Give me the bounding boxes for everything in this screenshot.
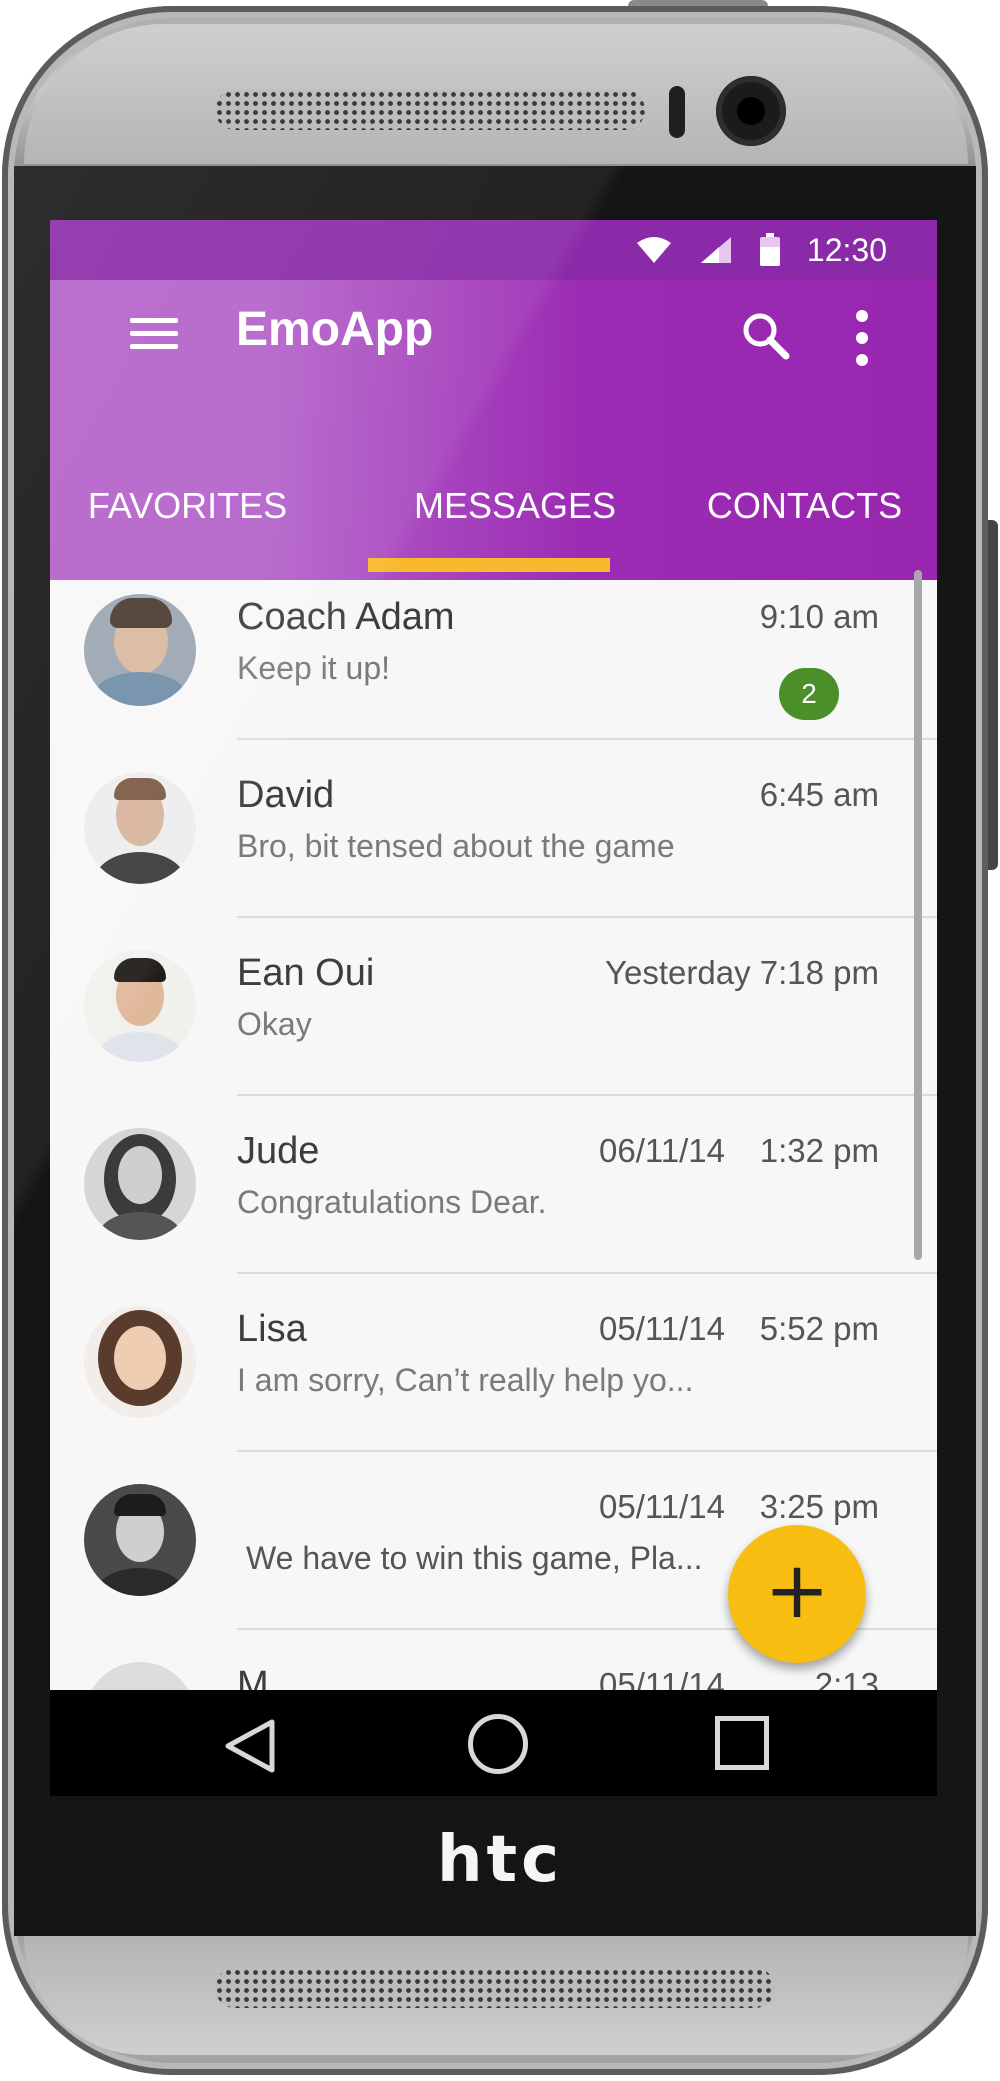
message-time: 6:45 am — [759, 776, 879, 813]
signal-icon — [700, 237, 731, 263]
recents-icon[interactable] — [715, 1716, 769, 1770]
scrollbar[interactable] — [914, 570, 922, 1260]
screen: 12:30 EmoApp FAVORITES MESSAGES CONTACTS — [50, 220, 937, 1796]
message-time: 3:25 pm — [759, 1488, 879, 1525]
proximity-sensor — [669, 86, 685, 138]
message-time: 5:52 pm — [759, 1310, 879, 1347]
status-bar: 12:30 — [50, 220, 937, 280]
message-time: Yesterday 7:18 pm — [605, 954, 879, 991]
tab-contacts[interactable]: CONTACTS — [672, 466, 937, 566]
status-time: 12:30 — [806, 231, 887, 268]
app-bar: EmoApp FAVORITES MESSAGES CONTACTS — [50, 280, 937, 580]
phone-frame: htc 12:30 EmoApp FAVORITES MESSAGES CONT… — [0, 0, 1000, 2081]
menu-icon[interactable] — [130, 310, 178, 358]
contact-name: Ean Oui — [237, 952, 375, 994]
message-preview: Bro, bit tensed about the game — [237, 828, 675, 864]
search-icon[interactable] — [740, 310, 792, 362]
conversation-row-lisa[interactable]: Lisa I am sorry, Can’t really help yo...… — [50, 1274, 937, 1452]
camera-lens — [737, 97, 765, 125]
message-preview: Congratulations Dear. — [237, 1184, 547, 1220]
app-title: EmoApp — [236, 303, 434, 356]
avatar — [84, 772, 196, 884]
message-date: 05/11/14 — [598, 1310, 725, 1347]
volume-button — [988, 520, 998, 870]
more-vert-icon[interactable] — [850, 308, 874, 368]
message-preview: I am sorry, Can’t really help yo... — [237, 1362, 694, 1398]
avatar — [84, 1484, 196, 1596]
contact-name: David — [237, 774, 335, 816]
bottom-speaker-grill — [215, 1968, 775, 2008]
tab-bar: FAVORITES MESSAGES CONTACTS — [50, 466, 937, 566]
top-speaker-grill — [215, 90, 645, 130]
message-date: 06/11/14 — [598, 1132, 725, 1169]
back-icon[interactable] — [220, 1716, 280, 1776]
message-date: 05/11/14 — [598, 1488, 725, 1525]
contact-name: Coach Adam — [237, 596, 455, 638]
add-icon[interactable]: + — [728, 1525, 866, 1663]
contact-name: Jude — [237, 1130, 320, 1172]
conversation-row-david[interactable]: David Bro, bit tensed about the game 6:4… — [50, 740, 937, 918]
contact-name: Lisa — [237, 1308, 307, 1350]
message-time: 1:32 pm — [759, 1132, 879, 1169]
wifi-icon — [636, 237, 671, 263]
battery-icon — [759, 233, 780, 266]
tab-messages[interactable]: MESSAGES — [370, 466, 660, 566]
conversation-row-jude[interactable]: Jude Congratulations Dear. 06/11/14 1:32… — [50, 1096, 937, 1274]
brand-logo: htc — [436, 1823, 564, 1897]
message-preview: Keep it up! — [237, 650, 390, 686]
avatar — [84, 1128, 196, 1240]
conversation-row-coach-adam[interactable]: Coach Adam Keep it up! 9:10 am 2 — [50, 562, 937, 740]
conversation-row-ean-oui[interactable]: Ean Oui Okay Yesterday 7:18 pm — [50, 918, 937, 1096]
avatar — [84, 594, 196, 706]
tab-favorites[interactable]: FAVORITES — [50, 466, 325, 566]
avatar — [84, 950, 196, 1062]
navigation-bar — [50, 1690, 937, 1796]
message-preview: We have to win this game, Pla... — [246, 1540, 703, 1576]
home-icon[interactable] — [468, 1714, 528, 1774]
avatar — [84, 1306, 196, 1418]
message-time: 9:10 am — [759, 598, 879, 635]
unread-badge: 2 — [779, 668, 839, 720]
message-preview: Okay — [237, 1006, 312, 1042]
